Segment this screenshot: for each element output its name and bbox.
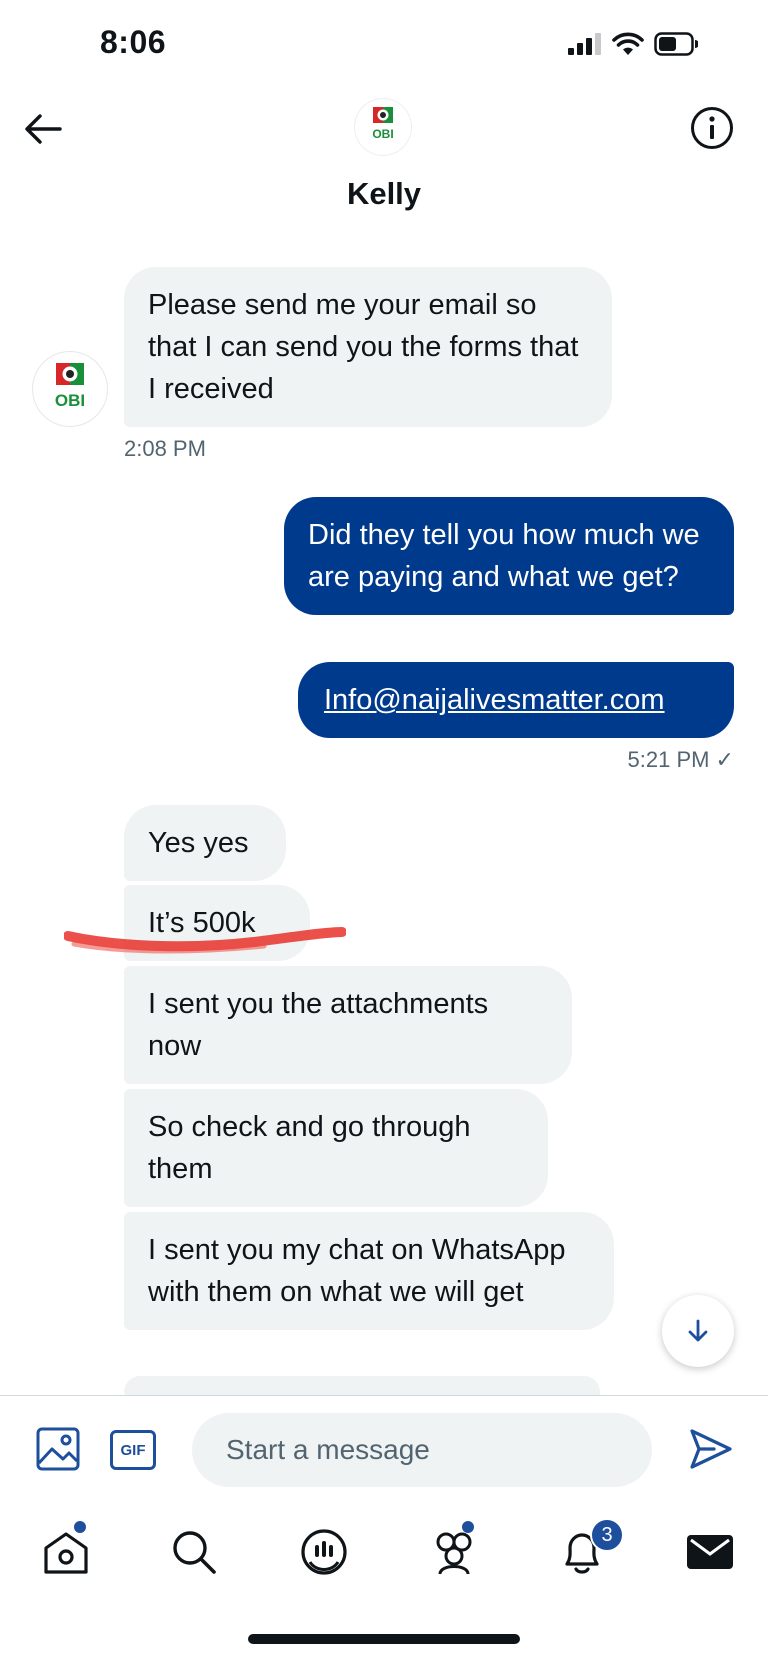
home-notification-dot: [74, 1521, 86, 1533]
message-text: Did they tell you how much we are paying…: [308, 519, 700, 593]
notifications-badge: 3: [590, 1518, 624, 1552]
obi-logo-icon: OBI: [55, 363, 85, 410]
messages-envelope-icon[interactable]: [684, 1526, 736, 1578]
svg-text:OBI: OBI: [372, 127, 393, 141]
contact-name[interactable]: Kelly: [0, 176, 768, 212]
cellular-signal-icon: [568, 33, 601, 55]
spaces-icon[interactable]: [298, 1526, 350, 1578]
info-icon[interactable]: [690, 106, 734, 150]
scroll-to-bottom-button[interactable]: [662, 1295, 734, 1367]
communities-notification-dot: [462, 1521, 474, 1533]
status-time: 8:06: [100, 24, 167, 60]
message-input[interactable]: [192, 1413, 652, 1487]
message-bubble-incoming[interactable]: I sent you the attachments now: [124, 966, 572, 1084]
message-bubble-incoming[interactable]: I sent you my chat on WhatsApp with them…: [124, 1212, 614, 1330]
message-bubble-incoming-partial[interactable]: [124, 1376, 600, 1395]
home-icon[interactable]: [40, 1526, 92, 1578]
contact-avatar[interactable]: OBI: [354, 98, 412, 156]
battery-icon: [654, 32, 698, 56]
message-text: I sent you my chat on WhatsApp with them…: [148, 1234, 566, 1308]
search-icon[interactable]: [168, 1526, 220, 1578]
message-bubble-outgoing[interactable]: Did they tell you how much we are paying…: [284, 497, 734, 615]
message-timestamp-read: 5:21 PM ✓: [627, 747, 734, 772]
message-bubble-incoming[interactable]: Yes yes: [124, 805, 286, 881]
send-icon[interactable]: [688, 1426, 734, 1472]
arrow-down-icon: [688, 1319, 708, 1342]
status-icons: [568, 32, 698, 56]
message-text: Yes yes: [148, 827, 249, 859]
sender-avatar[interactable]: OBI: [32, 351, 108, 427]
message-bubble-incoming[interactable]: So check and go through them: [124, 1089, 548, 1207]
communities-icon[interactable]: [428, 1526, 480, 1578]
red-underline-annotation: [64, 927, 346, 954]
image-icon[interactable]: [36, 1427, 80, 1471]
svg-text:OBI: OBI: [55, 391, 85, 410]
message-timestamp: 2:08 PM: [124, 436, 206, 461]
back-arrow-icon[interactable]: [22, 108, 64, 150]
message-text: So check and go through them: [148, 1111, 471, 1185]
compose-divider: [0, 1395, 768, 1396]
wifi-icon: [612, 32, 644, 55]
message-bubble-outgoing-link[interactable]: Info@naijalivesmatter.com: [298, 662, 734, 738]
obi-logo-icon: OBI: [372, 107, 394, 141]
home-indicator: [248, 1634, 520, 1644]
gif-button[interactable]: GIF: [110, 1430, 156, 1470]
message-text: I sent you the attachments now: [148, 988, 489, 1062]
message-text: Please send me your email so that I can …: [148, 289, 579, 405]
message-bubble-incoming[interactable]: Please send me your email so that I can …: [124, 267, 612, 427]
email-link[interactable]: Info@naijalivesmatter.com: [324, 684, 665, 716]
